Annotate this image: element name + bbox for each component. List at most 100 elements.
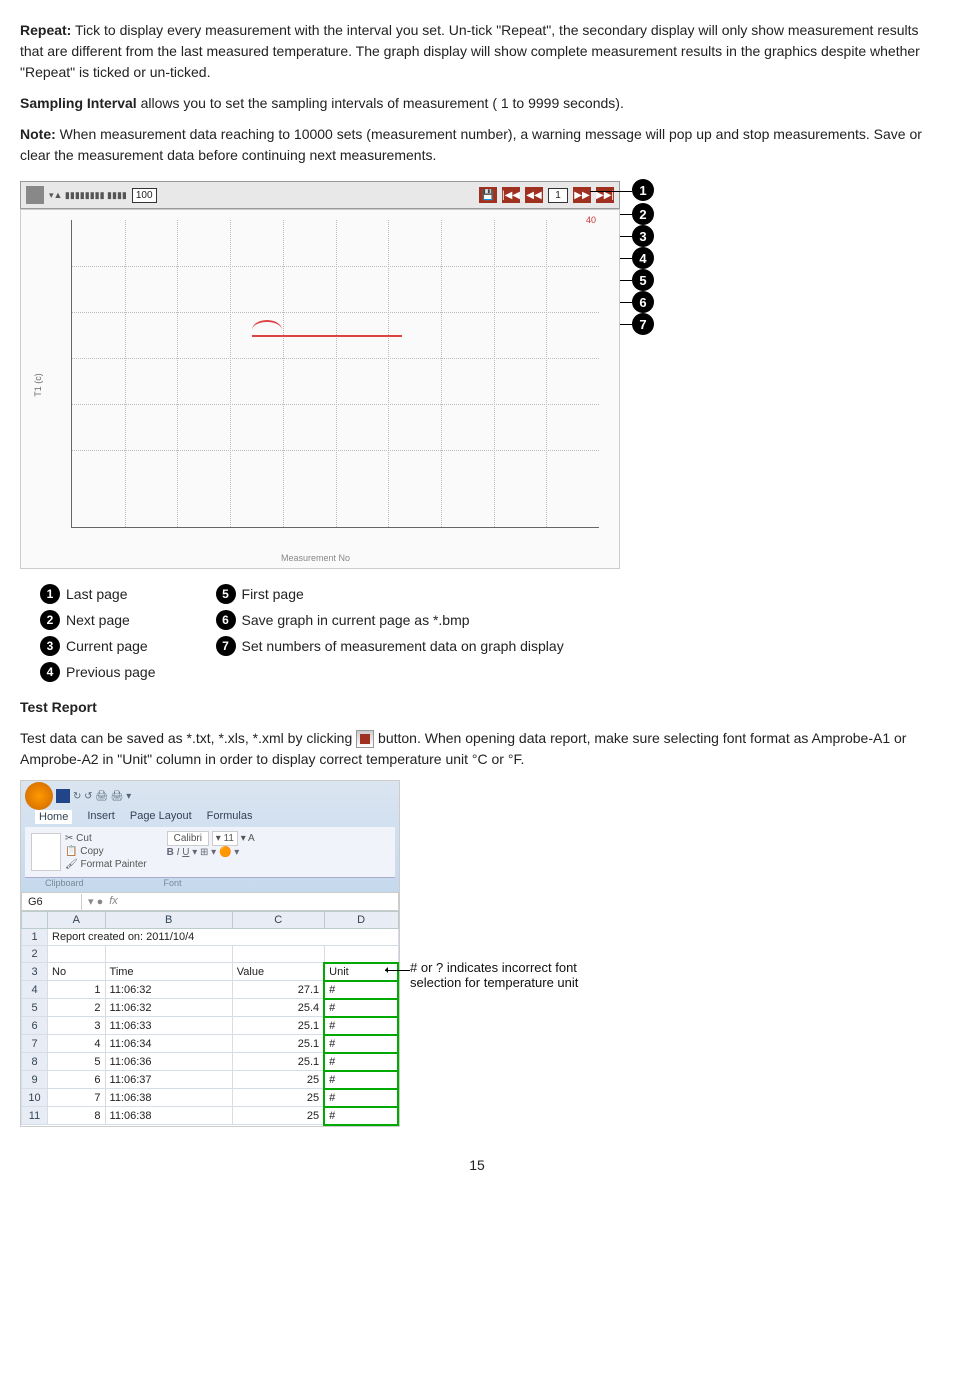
excel-grid: A B C D 1Report created on: 2011/10/4 2 … <box>21 911 399 1126</box>
legend-6: Save graph in current page as *.bmp <box>242 612 470 628</box>
cell-value[interactable]: 25.1 <box>232 1053 324 1071</box>
tool-icon[interactable] <box>26 186 44 204</box>
cell-time[interactable]: 11:06:37 <box>105 1071 232 1089</box>
callout-3: 3 <box>632 225 654 247</box>
cell-no[interactable]: 2 <box>48 999 106 1017</box>
cell-no[interactable]: 1 <box>48 981 106 999</box>
tab-formulas[interactable]: Formulas <box>207 810 253 824</box>
paste-icon[interactable] <box>31 833 61 871</box>
cell-no[interactable]: 6 <box>48 1071 106 1089</box>
cell-reference[interactable]: G6 <box>22 894 82 910</box>
cell-unit[interactable]: # <box>324 999 398 1017</box>
cell-unit[interactable]: # <box>324 981 398 999</box>
cell-value[interactable]: 25.1 <box>232 1017 324 1035</box>
clipboard-group-label: Clipboard <box>45 878 84 888</box>
cell-time[interactable]: 11:06:32 <box>105 981 232 999</box>
cell-time[interactable]: 11:06:38 <box>105 1107 232 1125</box>
test-report-heading: Test Report <box>20 697 934 718</box>
next-page-icon[interactable]: ▶▶ <box>573 187 591 203</box>
current-page-box[interactable]: 1 <box>548 188 568 203</box>
font-name[interactable]: Calibri <box>167 831 209 846</box>
hdr-value[interactable]: Value <box>232 963 324 981</box>
cell-unit[interactable]: # <box>324 1053 398 1071</box>
prev-page-icon[interactable]: ◀◀ <box>525 187 543 203</box>
legend-4: Previous page <box>66 664 156 680</box>
toolbar-text: ▾▲ ▮▮▮▮▮▮▮▮ ▮▮▮▮ <box>49 190 127 201</box>
cell-time[interactable]: 11:06:33 <box>105 1017 232 1035</box>
callout-5: 5 <box>632 269 654 291</box>
para-note: Note: When measurement data reaching to … <box>20 124 934 166</box>
cell-value[interactable]: 25.1 <box>232 1035 324 1053</box>
font-group-label: Font <box>164 878 182 888</box>
col-a[interactable]: A <box>48 912 106 929</box>
report-created[interactable]: Report created on: 2011/10/4 <box>48 929 399 946</box>
hdr-time[interactable]: Time <box>105 963 232 981</box>
cell-no[interactable]: 3 <box>48 1017 106 1035</box>
legend-5: First page <box>242 586 304 602</box>
tab-page-layout[interactable]: Page Layout <box>130 810 192 824</box>
cell-time[interactable]: 11:06:34 <box>105 1035 232 1053</box>
tab-insert[interactable]: Insert <box>87 810 115 824</box>
save-bmp-icon[interactable]: 💾 <box>479 187 497 203</box>
row-header[interactable]: 11 <box>22 1107 48 1125</box>
para-sampling: Sampling Interval allows you to set the … <box>20 93 934 114</box>
row-header[interactable]: 8 <box>22 1053 48 1071</box>
callout-1: 1 <box>632 179 654 201</box>
page-number: 15 <box>20 1157 934 1173</box>
cell-no[interactable]: 5 <box>48 1053 106 1071</box>
test-report-text: Test data can be saved as *.txt, *.xls, … <box>20 728 934 770</box>
cell-no[interactable]: 7 <box>48 1089 106 1107</box>
cut-label[interactable]: ✂ Cut <box>65 833 147 844</box>
cell-unit[interactable]: # <box>324 1035 398 1053</box>
row-header[interactable]: 10 <box>22 1089 48 1107</box>
cell-value[interactable]: 25 <box>232 1071 324 1089</box>
legend-3: Current page <box>66 638 148 654</box>
cell-unit[interactable]: # <box>324 1089 398 1107</box>
para-repeat: Repeat: Tick to display every measuremen… <box>20 20 934 83</box>
callout-4: 4 <box>632 247 654 269</box>
graph-section: ▾▲ ▮▮▮▮▮▮▮▮ ▮▮▮▮ 100 💾 |◀◀ ◀◀ 1 ▶▶ ▶▶| 1… <box>20 181 934 682</box>
callout-6: 6 <box>632 291 654 313</box>
cell-value[interactable]: 25.4 <box>232 999 324 1017</box>
formula-bar[interactable]: ▾ ● fx <box>82 893 124 910</box>
col-c[interactable]: C <box>232 912 324 929</box>
graph-body: T1 (c) 40 Measurement No <box>20 209 620 569</box>
legend-1: Last page <box>66 586 128 602</box>
qat-save-icon[interactable] <box>56 789 70 803</box>
format-painter-label[interactable]: 🖌 Format Painter <box>65 859 147 870</box>
save-icon[interactable] <box>356 730 374 748</box>
row-header[interactable]: 6 <box>22 1017 48 1035</box>
last-page-icon[interactable]: |◀◀ <box>502 187 520 203</box>
small-value: 40 <box>586 215 596 225</box>
cell-unit[interactable]: # <box>324 1107 398 1125</box>
cell-value[interactable]: 27.1 <box>232 981 324 999</box>
cell-no[interactable]: 8 <box>48 1107 106 1125</box>
graph-toolbar: ▾▲ ▮▮▮▮▮▮▮▮ ▮▮▮▮ 100 💾 |◀◀ ◀◀ 1 ▶▶ ▶▶| <box>20 181 620 209</box>
graph-plot-area: 40 <box>71 220 599 528</box>
tab-home[interactable]: Home <box>35 810 72 824</box>
cell-unit[interactable]: # <box>324 1017 398 1035</box>
col-b[interactable]: B <box>105 912 232 929</box>
row-header[interactable]: 9 <box>22 1071 48 1089</box>
col-d[interactable]: D <box>324 912 398 929</box>
copy-label[interactable]: 📋 Copy <box>65 846 147 857</box>
cell-time[interactable]: 11:06:38 <box>105 1089 232 1107</box>
row-header[interactable]: 7 <box>22 1035 48 1053</box>
y-axis-label: T1 (c) <box>33 373 43 397</box>
legend-7: Set numbers of measurement data on graph… <box>242 638 564 654</box>
row-header[interactable]: 4 <box>22 981 48 999</box>
row-header[interactable]: 5 <box>22 999 48 1017</box>
first-page-icon[interactable]: ▶▶| <box>596 187 614 203</box>
cell-value[interactable]: 25 <box>232 1089 324 1107</box>
cell-value[interactable]: 25 <box>232 1107 324 1125</box>
cell-no[interactable]: 4 <box>48 1035 106 1053</box>
cell-time[interactable]: 11:06:32 <box>105 999 232 1017</box>
legend: 1Last page 2Next page 3Current page 4Pre… <box>40 584 934 682</box>
annotation: # or ? indicates incorrect font selectio… <box>410 960 578 990</box>
font-size[interactable]: ▾ 11 <box>212 831 238 846</box>
hdr-no[interactable]: No <box>48 963 106 981</box>
cell-time[interactable]: 11:06:36 <box>105 1053 232 1071</box>
cell-unit[interactable]: # <box>324 1071 398 1089</box>
office-button-icon[interactable] <box>25 782 53 810</box>
toolbar-value[interactable]: 100 <box>132 188 157 203</box>
